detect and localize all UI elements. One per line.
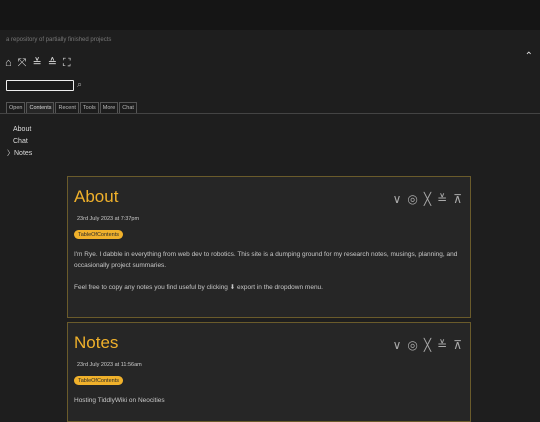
close-icon[interactable]: ╳ bbox=[424, 193, 431, 205]
fold-others-icon[interactable]: ≚ bbox=[437, 339, 447, 351]
fold-icon[interactable]: ≚ bbox=[32, 57, 41, 70]
toc-item-notes[interactable]: 〉Notes bbox=[7, 148, 32, 160]
table-of-contents: About Chat 〉Notes bbox=[7, 124, 32, 160]
fullscreen-icon[interactable]: ⛶ bbox=[63, 57, 71, 70]
tiddler-about: About ∨ ◎ ╳ ≚ ⊼ 23rd July 2023 at 7:37pm… bbox=[67, 176, 471, 318]
info-icon[interactable]: ◎ bbox=[407, 193, 417, 205]
unfold-icon[interactable]: ≙ bbox=[48, 57, 57, 70]
tab-divider bbox=[0, 113, 540, 114]
search-input[interactable] bbox=[6, 80, 74, 91]
body-paragraph: I'm Rye. I dabble in everything from web… bbox=[74, 251, 458, 269]
tiddler-body: Hosting TiddlyWiki on Neocities bbox=[74, 396, 462, 419]
tag-pill[interactable]: TableOfContents bbox=[74, 376, 123, 385]
tiddler-controls: ∨ ◎ ╳ ≚ ⊼ bbox=[393, 193, 462, 205]
page-toolbar: ⌂ ⤧ ≚ ≙ ⛶ bbox=[5, 57, 71, 70]
tiddler-title[interactable]: Notes bbox=[74, 333, 118, 353]
close-icon[interactable]: ╳ bbox=[424, 339, 431, 351]
search-icon[interactable]: ⌕ bbox=[77, 79, 82, 90]
tiddler-body: I'm Rye. I dabble in everything from web… bbox=[74, 250, 462, 306]
home-icon[interactable]: ⌂ bbox=[5, 57, 12, 70]
chevron-right-icon: 〉 bbox=[7, 150, 14, 157]
info-icon[interactable]: ◎ bbox=[407, 339, 417, 351]
tiddler-notes: Notes ∨ ◎ ╳ ≚ ⊼ 23rd July 2023 at 11:56a… bbox=[67, 322, 471, 422]
more-dropdown-icon[interactable]: ∨ bbox=[393, 193, 402, 205]
close-all-icon[interactable]: ⤧ bbox=[18, 57, 27, 70]
site-subtitle: a repository of partially finished proje… bbox=[6, 37, 112, 43]
fold-icon[interactable]: ⊼ bbox=[453, 193, 462, 205]
tiddler-controls: ∨ ◎ ╳ ≚ ⊼ bbox=[393, 339, 462, 351]
fold-others-icon[interactable]: ≚ bbox=[437, 193, 447, 205]
tiddler-title[interactable]: About bbox=[74, 187, 118, 207]
toc-item-chat[interactable]: Chat bbox=[7, 136, 32, 148]
browser-top-bar bbox=[0, 0, 540, 30]
collapse-up-icon[interactable]: ⌃ bbox=[525, 51, 533, 62]
body-paragraph: Feel free to copy any notes you find use… bbox=[74, 284, 323, 291]
tiddler-date: 23rd July 2023 at 11:56am bbox=[77, 362, 142, 368]
tag-pill[interactable]: TableOfContents bbox=[74, 230, 123, 239]
toc-item-about[interactable]: About bbox=[7, 124, 32, 136]
more-dropdown-icon[interactable]: ∨ bbox=[393, 339, 402, 351]
tiddler-date: 23rd July 2023 at 7:37pm bbox=[77, 216, 140, 222]
fold-icon[interactable]: ⊼ bbox=[453, 339, 462, 351]
